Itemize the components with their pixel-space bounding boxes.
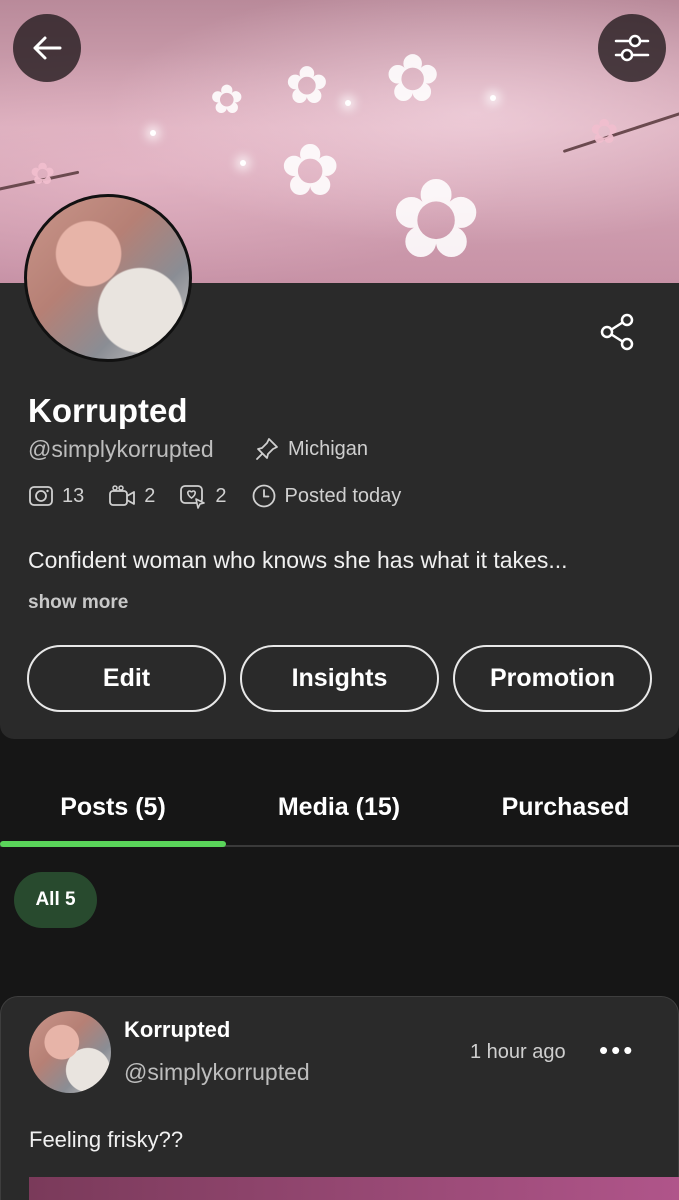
content-tabs: Posts (5) Media (15) Purchased [0, 772, 679, 848]
profile-handle: @simplykorrupted [28, 436, 214, 462]
stream-count: 2 [215, 484, 227, 507]
more-dots-icon[interactable]: ••• [599, 1035, 635, 1066]
post-author-avatar[interactable] [29, 1011, 111, 1093]
tab-posts[interactable]: Posts (5) [0, 772, 226, 842]
blossom-decoration: ✿ [390, 158, 483, 281]
stat-videos[interactable]: 2 [108, 484, 155, 508]
profile-location: Michigan [254, 436, 368, 462]
sparkle-decoration [240, 160, 246, 166]
profile-avatar[interactable] [24, 194, 192, 362]
stat-last-post: Posted today [251, 483, 402, 509]
sparkle-decoration [150, 130, 156, 136]
tab-media[interactable]: Media (15) [226, 772, 452, 842]
post-text: Feeling frisky?? [29, 1127, 184, 1152]
video-count: 2 [144, 484, 156, 507]
profile-name: Korrupted [28, 392, 188, 429]
share-button[interactable] [598, 312, 638, 357]
blossom-decoration: ✿ [590, 113, 619, 151]
sparkle-decoration [345, 100, 351, 106]
arrow-left-icon [33, 36, 62, 60]
profile-actions: Edit Insights Promotion [27, 645, 652, 712]
pin-icon [256, 438, 278, 460]
video-icon [109, 485, 136, 506]
post-card: Korrupted @simplykorrupted 1 hour ago ••… [0, 996, 679, 1200]
profile-stats: 13 2 2 Posted today [28, 483, 425, 509]
tab-active-indicator [0, 841, 226, 847]
stream-icon [180, 485, 206, 509]
post-author-handle: @simplykorrupted [124, 1059, 310, 1085]
blossom-decoration: ✿ [280, 131, 341, 211]
clock-icon [252, 484, 275, 508]
stat-photos[interactable]: 13 [28, 484, 84, 508]
tab-purchased[interactable]: Purchased [452, 772, 679, 842]
filter-chip-all[interactable]: All 5 [14, 872, 97, 928]
sparkle-decoration [490, 95, 496, 101]
back-button[interactable] [13, 14, 81, 82]
photo-count: 13 [62, 484, 85, 507]
post-timestamp: 1 hour ago [470, 1041, 566, 1063]
insights-button[interactable]: Insights [240, 645, 439, 712]
profile-bio: Confident woman who knows she has what i… [28, 547, 568, 573]
blossom-decoration: ✿ [210, 78, 244, 122]
sliders-icon [614, 34, 650, 62]
promotion-button[interactable]: Promotion [453, 645, 652, 712]
blossom-decoration: ✿ [385, 41, 441, 115]
show-more-link[interactable]: show more [28, 592, 128, 614]
blossom-decoration: ✿ [30, 158, 56, 191]
post-author-name[interactable]: Korrupted [124, 1017, 230, 1043]
photo-icon [29, 486, 53, 506]
post-media-preview[interactable] [29, 1177, 679, 1200]
settings-button[interactable] [598, 14, 666, 82]
share-icon [600, 313, 634, 351]
edit-button[interactable]: Edit [27, 645, 226, 712]
last-post-label: Posted today [284, 484, 402, 507]
blossom-decoration: ✿ [285, 57, 329, 115]
branch-decoration [562, 109, 679, 154]
stat-streams[interactable]: 2 [179, 483, 227, 509]
location-label: Michigan [288, 437, 369, 460]
